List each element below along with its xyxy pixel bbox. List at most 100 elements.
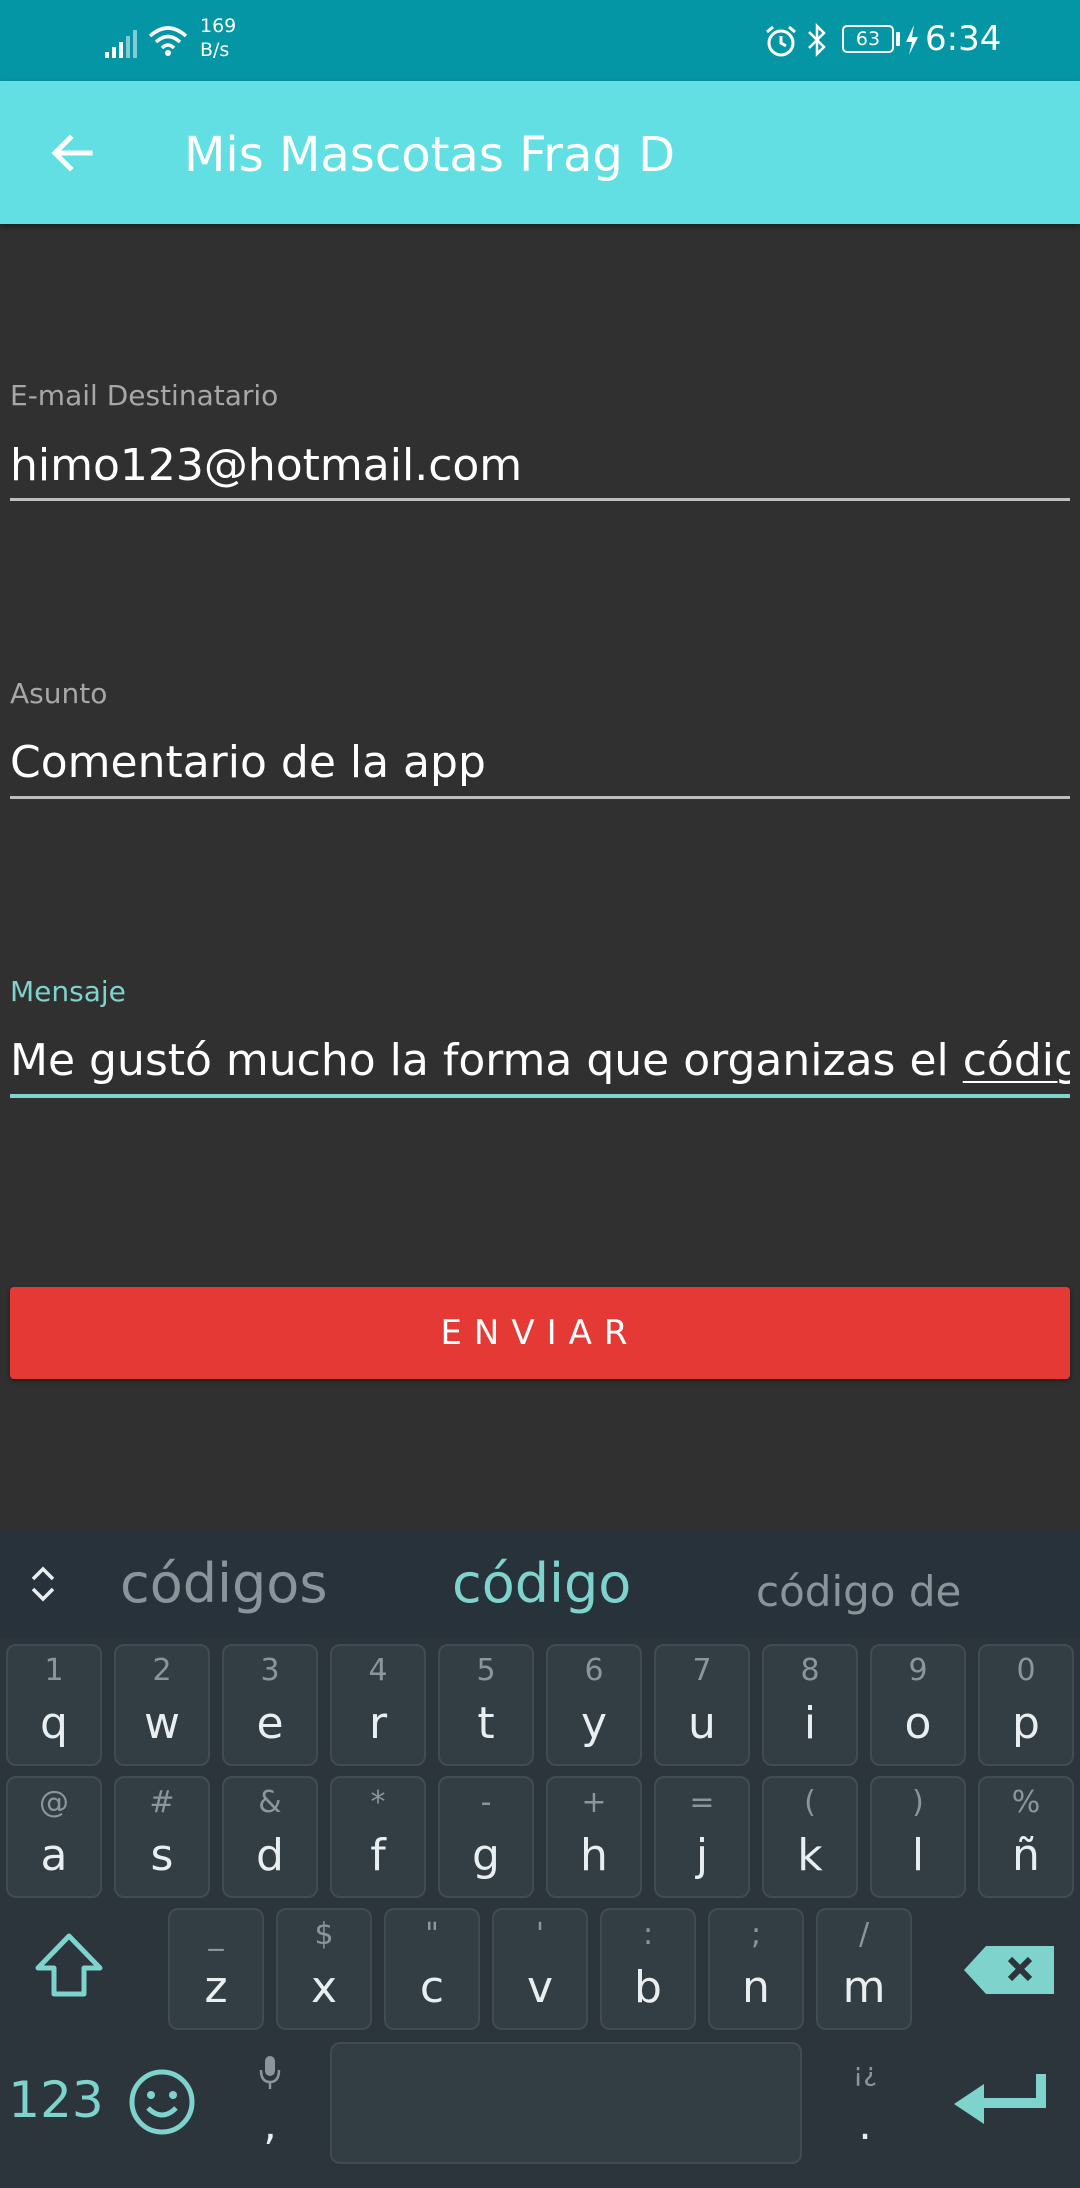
message-text: Me gustó mucho la forma que organizas el [10,1035,963,1086]
key-i[interactable]: 8i [762,1644,858,1766]
key-label: y [580,1698,608,1749]
key-label: z [204,1962,228,2013]
key-ñ[interactable]: % ñ [978,1776,1074,1898]
key-o[interactable]: 9o [870,1644,966,1766]
key-hint: " [425,1917,439,1952]
alarm-icon [766,25,796,57]
key-y[interactable]: 6y [546,1644,642,1766]
key-c[interactable]: " c [384,1908,480,2030]
key-h[interactable]: + h [546,1776,642,1898]
status-time: 6:34 [925,19,1002,59]
page-title: Mis Mascotas Frag D [184,127,676,183]
key-label: x [310,1962,338,2013]
key-u[interactable]: 7u [654,1644,750,1766]
suggestion-right[interactable]: código de [756,1560,961,1624]
key-hint: / [858,1917,870,1952]
key-n[interactable]: ; n [708,1908,804,2030]
expand-toggle-icon[interactable] [26,1564,60,1604]
key-label: s [150,1830,174,1881]
network-speed-value: 169 [200,15,237,37]
suggestion-center[interactable]: código [452,1552,631,1616]
email-input[interactable]: himo123@hotmail.com [10,438,1070,494]
message-input[interactable]: Me gustó mucho la forma que organizas el… [10,1033,1070,1089]
key-label: r [368,1698,388,1749]
numbers-key[interactable]: 123 [6,2066,106,2134]
email-underline [10,498,1070,501]
network-speed: 169 B/s [200,14,240,62]
key-label: u [688,1698,716,1749]
key-r[interactable]: 4r [330,1644,426,1766]
key-label: i [803,1698,817,1749]
key-hint: - [480,1785,492,1820]
subject-input[interactable]: Comentario de la app [10,735,1070,791]
key-p[interactable]: 0p [978,1644,1074,1766]
key-hint: 1 [44,1653,64,1688]
space-key[interactable] [330,2042,802,2164]
back-arrow-icon[interactable] [40,121,104,185]
signal-icon [105,30,137,58]
email-label: E-mail Destinatario [10,379,279,412]
period-hint: ¡¿ [852,2058,878,2088]
key-label: l [911,1830,925,1881]
key-label: ñ [1012,1830,1040,1881]
key-label: j [695,1830,709,1881]
battery-tip [896,32,900,46]
key-hint: * [370,1785,386,1820]
key-s[interactable]: # s [114,1776,210,1898]
status-bar: 169 B/s 63 6:34 [0,0,1080,81]
battery-indicator: 63 [842,25,894,53]
key-hint: ' [535,1917,545,1952]
enter-icon[interactable] [950,2070,1060,2134]
key-hint: 0 [1016,1653,1036,1688]
key-t[interactable]: 5t [438,1644,534,1766]
key-label: c [419,1962,445,2013]
key-a[interactable]: @ a [6,1776,102,1898]
key-label: b [634,1962,662,2013]
key-g[interactable]: -g [438,1776,534,1898]
key-label: k [797,1830,823,1881]
key-m[interactable]: / m [816,1908,912,2030]
key-label: g [472,1830,500,1881]
backspace-icon[interactable] [960,1942,1058,1998]
shift-icon[interactable] [30,1930,108,2002]
key-x[interactable]: $ x [276,1908,372,2030]
key-label: q [40,1698,68,1749]
key-hint: $ [314,1917,334,1952]
app-bar: Mis Mascotas Frag D [0,81,1080,224]
soft-keyboard: códigos código código de 1q2w3e4r5t6y7u8… [0,1530,1080,2188]
wifi-icon [148,26,188,56]
charging-icon [906,25,918,55]
key-j[interactable]: = j [654,1776,750,1898]
key-w[interactable]: 2w [114,1644,210,1766]
key-hint: @ [39,1785,69,1820]
key-hint: + [581,1785,607,1820]
key-hint: = [689,1785,715,1820]
composing-word: código [962,1035,1070,1086]
key-z[interactable]: _ z [168,1908,264,2030]
key-l[interactable]: ) l [870,1776,966,1898]
key-b[interactable]: :b [600,1908,696,2030]
key-hint: 5 [476,1653,496,1688]
key-label: h [580,1830,608,1881]
key-e[interactable]: 3e [222,1644,318,1766]
period-key[interactable]: ¡¿ . [832,2050,898,2160]
send-button[interactable]: ENVIAR [10,1287,1070,1379]
key-label: p [1012,1698,1040,1749]
key-k[interactable]: (k [762,1776,858,1898]
comma-key[interactable]: , [240,2050,300,2160]
key-label: f [370,1830,386,1881]
key-f[interactable]: * f [330,1776,426,1898]
key-hint: : [642,1917,654,1952]
emoji-icon[interactable] [128,2068,196,2136]
key-label: e [256,1698,284,1749]
suggestion-left[interactable]: códigos [120,1552,327,1616]
period-label: . [858,2100,872,2149]
key-d[interactable]: & d [222,1776,318,1898]
key-hint: ) [912,1785,924,1820]
key-hint: 8 [800,1653,820,1688]
key-label: v [526,1962,554,2013]
key-hint: ; [750,1917,762,1952]
key-v[interactable]: ' v [492,1908,588,2030]
key-q[interactable]: 1q [6,1644,102,1766]
key-label: o [904,1698,932,1749]
